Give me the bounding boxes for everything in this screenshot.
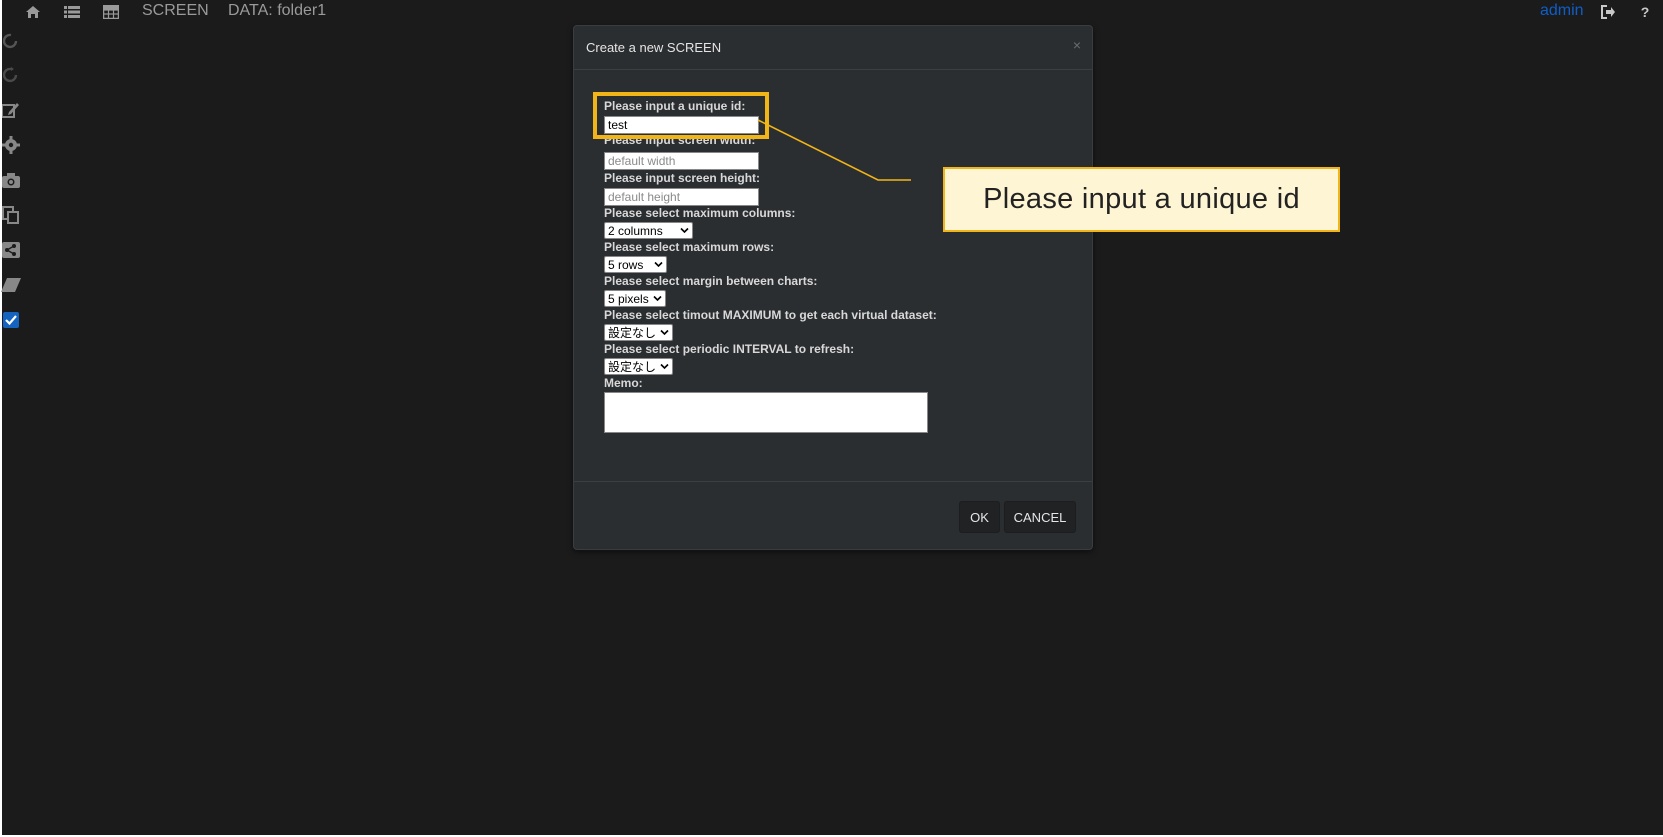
callout-connector-line <box>757 119 911 181</box>
annotation-callout: Please input a unique id <box>943 167 1340 232</box>
